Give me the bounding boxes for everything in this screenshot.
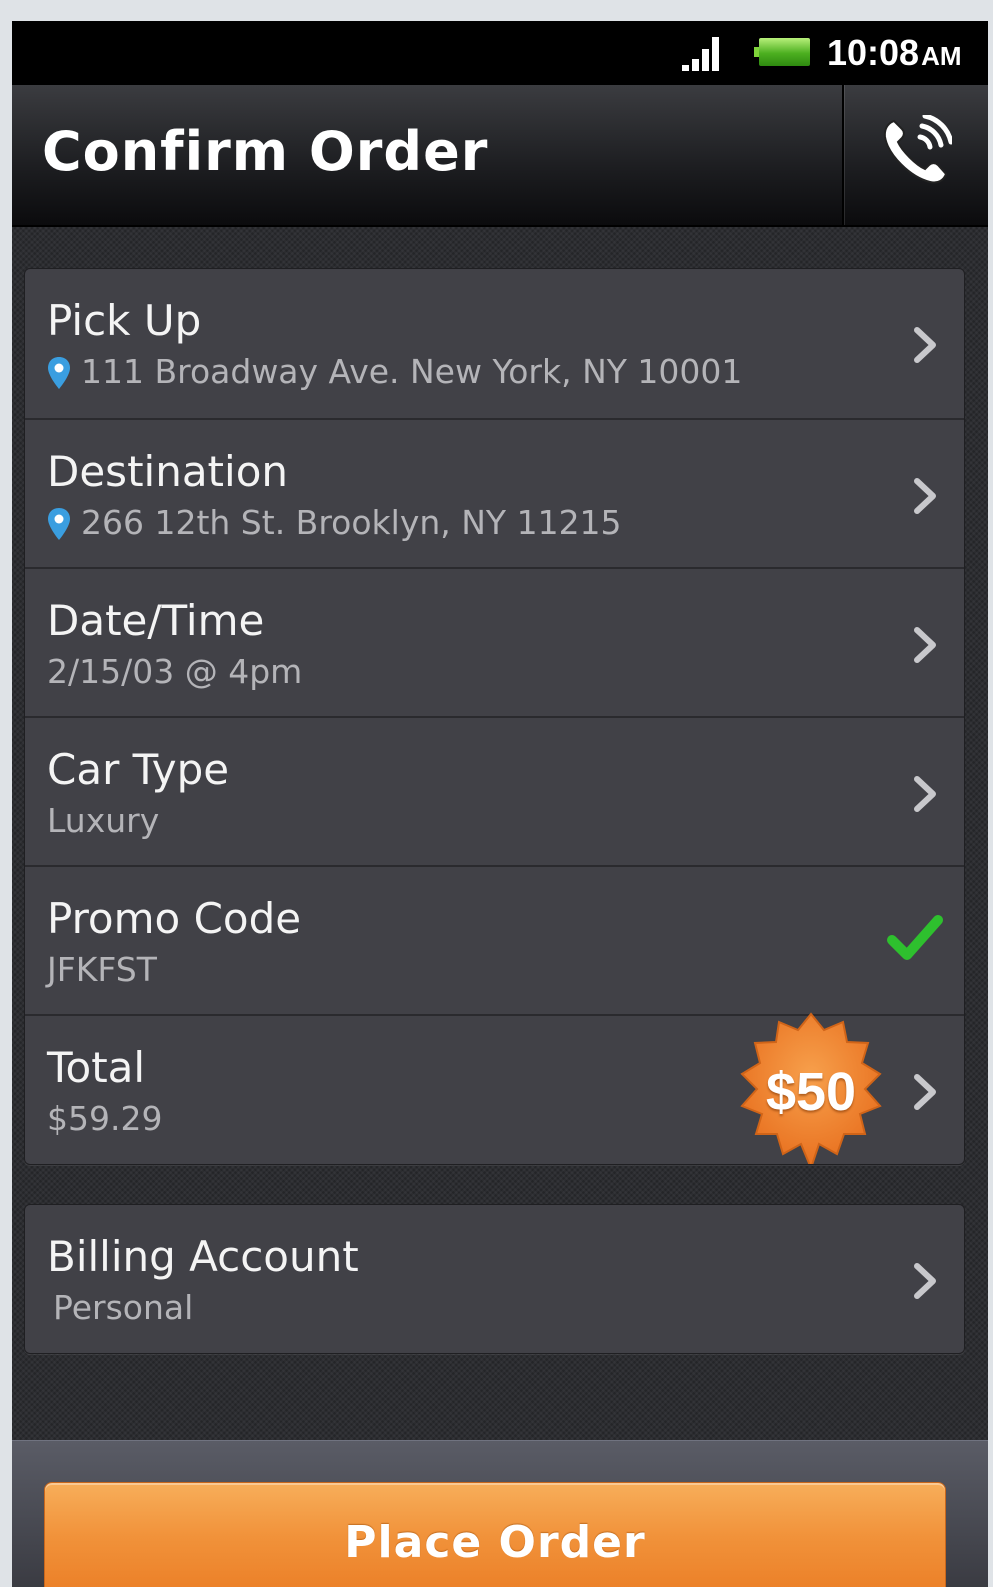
row-value: $59.29: [47, 1099, 163, 1138]
row-value: Luxury: [47, 801, 160, 840]
row-destination[interactable]: Destination 266 12th St. Brooklyn, NY 11…: [25, 418, 964, 569]
pin-icon: [48, 508, 70, 540]
page-title: Confirm Order: [42, 120, 489, 183]
signal-icon: [682, 35, 726, 71]
row-label: Date/Time: [47, 596, 265, 645]
row-label: Destination: [47, 447, 289, 496]
status-bar: 10:08AM: [12, 21, 988, 85]
pin-icon: [48, 357, 70, 389]
place-order-label: Place Order: [344, 1517, 646, 1568]
row-total[interactable]: Total $59.29 $50: [25, 1012, 964, 1164]
place-order-button[interactable]: Place Order: [44, 1482, 946, 1587]
row-pick-up[interactable]: Pick Up 111 Broadway Ave. New York, NY 1…: [25, 269, 964, 418]
title-divider: [842, 85, 844, 225]
row-date-time[interactable]: Date/Time 2/15/03 @ 4pm: [25, 567, 964, 718]
row-value: 266 12th St. Brooklyn, NY 11215: [81, 503, 622, 542]
check-icon: [887, 915, 943, 960]
row-label: Total: [47, 1043, 146, 1092]
row-value: JFKFST: [47, 950, 157, 989]
row-label: Pick Up: [47, 296, 202, 345]
row-label: Billing Account: [47, 1232, 359, 1281]
billing-account-card: Billing Account Personal: [24, 1204, 965, 1354]
row-value: Personal: [53, 1288, 194, 1327]
row-promo-code[interactable]: Promo Code JFKFST: [25, 865, 964, 1016]
title-bar: Confirm Order: [12, 85, 988, 227]
chevron-right-icon: [914, 627, 936, 663]
row-value: 2/15/03 @ 4pm: [47, 652, 303, 691]
discount-badge-text: $50: [765, 1062, 857, 1122]
call-button[interactable]: [846, 85, 988, 225]
row-car-type[interactable]: Car Type Luxury: [25, 716, 964, 867]
row-billing-account[interactable]: Billing Account Personal: [25, 1205, 964, 1353]
chevron-right-icon: [914, 1074, 936, 1110]
battery-icon: [754, 38, 810, 66]
order-details-card: Pick Up 111 Broadway Ave. New York, NY 1…: [24, 268, 965, 1165]
clock-ampm: AM: [921, 41, 962, 71]
chevron-right-icon: [914, 1263, 936, 1299]
status-clock: 10:08AM: [827, 29, 962, 80]
chevron-right-icon: [914, 478, 936, 514]
row-label: Car Type: [47, 745, 230, 794]
row-label: Promo Code: [47, 894, 302, 943]
phone-screen: 10:08AM Confirm Order Pick Up 111 Broadw…: [12, 21, 988, 1587]
clock-time: 10:08: [827, 32, 920, 73]
discount-badge: $50: [729, 1010, 893, 1164]
bottom-action-bar: Place Order: [12, 1440, 988, 1587]
chevron-right-icon: [914, 327, 936, 363]
row-value: 111 Broadway Ave. New York, NY 10001: [81, 352, 743, 391]
phone-call-icon: [883, 115, 952, 184]
chevron-right-icon: [914, 776, 936, 812]
